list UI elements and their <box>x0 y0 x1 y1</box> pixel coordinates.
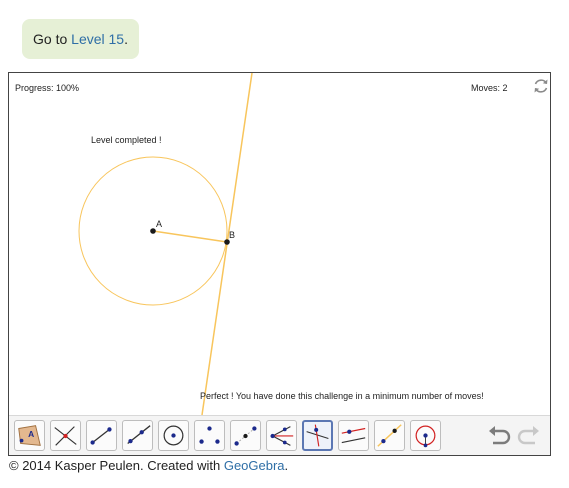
segment-ab <box>152 230 228 243</box>
compass-tool-icon[interactable] <box>410 420 441 451</box>
perfect-message: Perfect ! You have done this challenge i… <box>200 391 484 401</box>
go-to-suffix: . <box>124 31 128 47</box>
point-a[interactable] <box>150 228 156 234</box>
angle-bisector-tool-icon[interactable] <box>266 420 297 451</box>
svg-text:A: A <box>28 429 34 439</box>
perpendicular-line-tool-icon[interactable] <box>302 420 333 451</box>
toolbar: A <box>9 415 550 455</box>
go-to-prefix: Go to <box>33 31 72 47</box>
copyright-text: © 2014 Kasper Peulen. Created with <box>9 458 224 473</box>
ray-tool-icon[interactable] <box>122 420 153 451</box>
circle-tool-icon[interactable] <box>158 420 189 451</box>
level-link[interactable]: Level 15 <box>71 31 124 47</box>
level-completed-text: Level completed ! <box>91 135 162 145</box>
point-b-label: B <box>229 230 236 240</box>
polygon-tool-icon[interactable]: A <box>14 420 45 451</box>
redo-icon[interactable] <box>516 424 542 448</box>
graphics-view[interactable]: Progress: 100% Moves: 2 Level completed … <box>9 73 550 416</box>
geogebra-applet: Progress: 100% Moves: 2 Level completed … <box>8 72 551 456</box>
moves-text: Moves: 2 <box>471 83 508 93</box>
point-b[interactable] <box>224 239 230 245</box>
progress-text: Progress: 100% <box>15 83 80 93</box>
parallel-line-tool-icon[interactable] <box>338 420 369 451</box>
undo-icon[interactable] <box>486 424 512 448</box>
line-tool-icon[interactable] <box>374 420 405 451</box>
footer: © 2014 Kasper Peulen. Created with GeoGe… <box>9 458 288 473</box>
point-a-label: A <box>156 219 163 229</box>
construction-drawing <box>78 73 253 416</box>
segment-tool-icon[interactable] <box>86 420 117 451</box>
footer-suffix: . <box>284 458 289 473</box>
point-tool-icon[interactable] <box>194 420 225 451</box>
midpoint-tool-icon[interactable] <box>230 420 261 451</box>
geogebra-link[interactable]: GeoGebra <box>224 458 285 473</box>
go-to-level-box: Go to Level 15. <box>22 19 139 59</box>
refresh-icon[interactable] <box>532 77 550 95</box>
intersect-tool-icon[interactable] <box>50 420 81 451</box>
